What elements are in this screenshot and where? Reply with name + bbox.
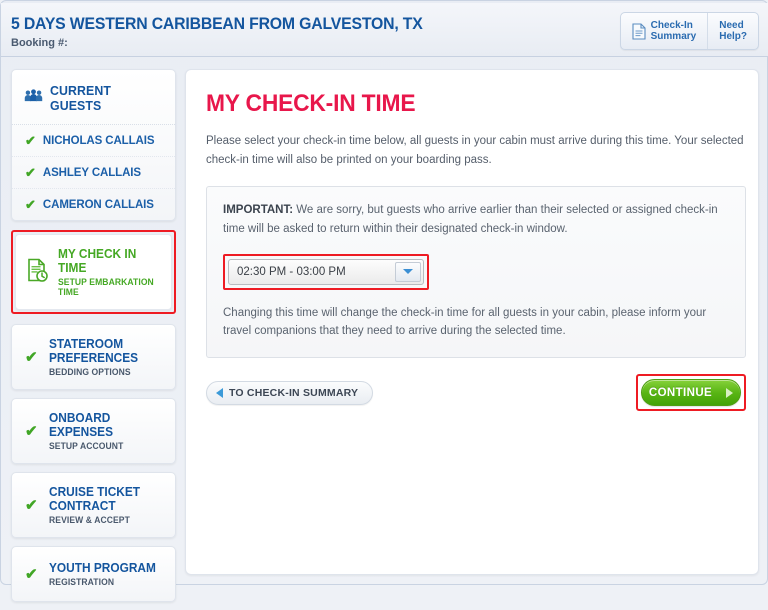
sidebar-item-text: MY CHECK IN TIME SETUP EMBARKATION TIME [58,247,163,297]
sidebar-item-stateroom-preferences[interactable]: ✔ STATEROOM PREFERENCES BEDDING OPTIONS [11,324,176,391]
current-guests-title: CURRENT GUESTS [50,83,112,113]
continue-label: CONTINUE [648,386,713,399]
document-clock-icon [27,258,49,287]
guest-name: CAMERON CALLAIS [42,198,154,211]
check-icon: ✔ [25,133,36,148]
to-check-in-summary-button[interactable]: TO CHECK-IN SUMMARY [206,380,374,405]
booking-number-label: Booking #: [11,37,68,49]
sidebar-item-subtitle: REVIEW & ACCEPT [48,515,130,526]
guests-group-icon [24,89,43,107]
chevron-down-glyph [403,269,413,274]
intro-paragraph: Please select your check-in time below, … [206,135,744,166]
check-in-summary-label: Check-In Summary [650,19,697,43]
check-icon: ✔ [25,197,36,212]
important-notice-text: IMPORTANT: We are sorry, but guests who … [223,201,729,238]
important-notice-box: IMPORTANT: We are sorry, but guests who … [206,186,746,358]
important-label: IMPORTANT: [223,204,294,217]
check-icon: ✔ [25,422,38,440]
document-icon [632,22,646,40]
guest-row[interactable]: ✔ ASHLEY CALLAIS [12,157,175,189]
guest-name: NICHOLAS CALLAIS [42,134,155,147]
sidebar-item-cruise-ticket-contract[interactable]: ✔ CRUISE TICKET CONTRACT REVIEW & ACCEPT [11,472,176,539]
sidebar-item-youth-program[interactable]: ✔ YOUTH PROGRAM REGISTRATION [11,546,176,603]
continue-button[interactable]: CONTINUE [641,379,741,407]
sidebar-item-subtitle: SETUP EMBARKATION TIME [58,277,154,298]
chevron-down-icon[interactable] [395,261,421,282]
page-title: 5 DAYS WESTERN CARIBBEAN FROM GALVESTON,… [11,14,423,33]
sidebar-item-text: CRUISE TICKET CONTRACT REVIEW & ACCEPT [49,485,167,525]
sidebar-item-title: YOUTH PROGRAM [48,561,156,576]
sidebar-item-subtitle: SETUP ACCOUNT [48,441,123,452]
need-help-button[interactable]: Need Help? [707,13,758,49]
check-icon: ✔ [25,348,38,366]
sidebar-item-onboard-expenses[interactable]: ✔ ONBOARD EXPENSES SETUP ACCOUNT [11,398,176,465]
action-row: TO CHECK-IN SUMMARY CONTINUE [206,373,746,413]
check-icon: ✔ [25,496,38,514]
guest-row[interactable]: ✔ NICHOLAS CALLAIS [12,125,175,157]
page-frame: 5 DAYS WESTERN CARIBBEAN FROM GALVESTON,… [0,0,768,603]
main-content-panel: MY CHECK-IN TIME Please select your chec… [185,69,759,575]
current-guests-card: CURRENT GUESTS ✔ NICHOLAS CALLAIS ✔ ASHL… [11,69,176,221]
sidebar-item-my-check-in-time[interactable]: MY CHECK IN TIME SETUP EMBARKATION TIME [15,234,172,311]
sidebar: CURRENT GUESTS ✔ NICHOLAS CALLAIS ✔ ASHL… [11,69,176,610]
sidebar-item-text: ONBOARD EXPENSES SETUP ACCOUNT [49,411,167,451]
guest-row[interactable]: ✔ CAMERON CALLAIS [12,189,175,220]
check-in-summary-button[interactable]: Check-In Summary [621,13,708,49]
important-body: We are sorry, but guests who arrive earl… [223,204,718,235]
sidebar-item-title: CRUISE TICKET CONTRACT [48,485,140,514]
continue-button-highlight: CONTINUE [636,374,746,412]
current-guests-header: CURRENT GUESTS [12,70,175,125]
arrow-right-icon [726,387,734,398]
check-in-time-selected-value: 02:30 PM - 03:00 PM [237,265,346,278]
sidebar-item-text: YOUTH PROGRAM REGISTRATION [49,561,162,587]
my-check-in-time-highlight: MY CHECK IN TIME SETUP EMBARKATION TIME [11,230,176,315]
main-heading: MY CHECK-IN TIME [206,90,416,117]
sidebar-item-title: STATEROOM PREFERENCES [48,337,138,366]
check-icon: ✔ [25,565,38,583]
time-select-highlight: 02:30 PM - 03:00 PM [223,253,429,290]
header-actions: Check-In Summary Need Help? [619,12,759,50]
need-help-label: Need Help? [719,19,747,43]
check-in-time-select[interactable]: 02:30 PM - 03:00 PM [228,258,424,285]
sidebar-item-subtitle: BEDDING OPTIONS [48,367,131,378]
title-block: 5 DAYS WESTERN CARIBBEAN FROM GALVESTON,… [11,14,454,49]
sidebar-item-text: STATEROOM PREFERENCES BEDDING OPTIONS [49,337,167,377]
sidebar-item-title: MY CHECK IN TIME [58,247,137,275]
sidebar-item-subtitle: REGISTRATION [48,577,114,588]
sidebar-item-title: ONBOARD EXPENSES [48,411,113,440]
guest-name: ASHLEY CALLAIS [42,166,141,179]
check-icon: ✔ [25,165,36,180]
arrow-left-icon [216,387,223,398]
changing-time-note: Changing this time will change the check… [223,306,707,338]
page-header: 5 DAYS WESTERN CARIBBEAN FROM GALVESTON,… [1,3,768,57]
to-check-in-summary-label: TO CHECK-IN SUMMARY [229,386,359,399]
